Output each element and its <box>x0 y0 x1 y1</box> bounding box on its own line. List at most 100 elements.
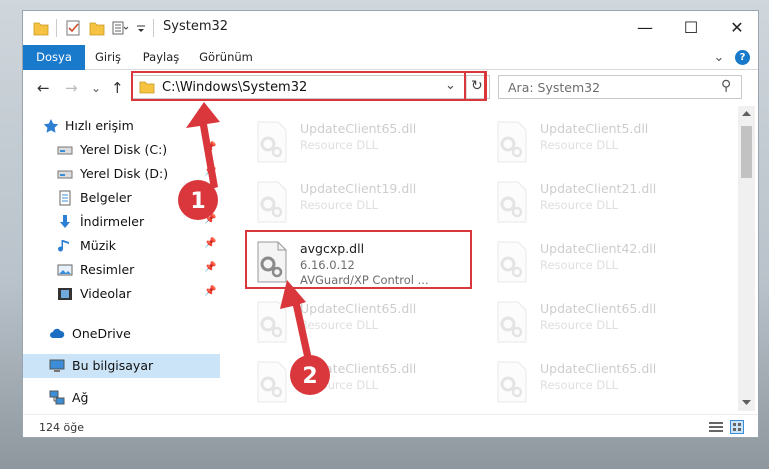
new-folder-icon[interactable] <box>89 19 105 37</box>
file-name: UpdateClient5.dll <box>540 121 649 136</box>
scroll-down-icon[interactable] <box>742 399 751 406</box>
separator <box>153 19 154 37</box>
up-icon[interactable]: ↑ <box>111 79 124 97</box>
sidebar-item-label: Belgeler <box>80 190 132 205</box>
list-item[interactable]: UpdateClient65.dll Resource DLL <box>246 354 476 410</box>
sidebar-item-pictures[interactable]: Resimler 📌 <box>23 258 220 282</box>
list-item[interactable]: UpdateClient65.dll Resource DLL <box>486 354 716 410</box>
large-icons-view-icon[interactable] <box>730 420 744 434</box>
refresh-highlight <box>464 71 487 101</box>
item-count: 124 öğe <box>39 421 84 434</box>
forward-icon[interactable]: → <box>65 79 78 97</box>
vertical-scrollbar[interactable] <box>738 106 755 411</box>
tab-view[interactable]: Görünüm <box>195 45 257 70</box>
pin-icon: 📌 <box>204 238 217 249</box>
sidebar-item-label: Yerel Disk (C:) <box>80 142 168 157</box>
file-type: Resource DLL <box>540 138 619 152</box>
list-item[interactable]: UpdateClient5.dll Resource DLL <box>486 114 716 170</box>
file-type: Resource DLL <box>300 378 379 392</box>
sidebar-item-network[interactable]: Ağ <box>23 386 220 410</box>
sidebar-item-videos[interactable]: Videolar 📌 <box>23 282 220 306</box>
list-item[interactable]: UpdateClient21.dll Resource DLL <box>486 174 716 230</box>
sidebar-item-label: İndirmeler <box>80 214 145 229</box>
file-name: UpdateClient42.dll <box>540 241 657 256</box>
file-type: Resource DLL <box>540 378 619 392</box>
pin-icon: 📌 <box>204 214 217 225</box>
dll-file-icon <box>257 301 287 343</box>
sidebar-item-this-pc[interactable]: Bu bilgisayar <box>23 354 220 378</box>
navigation-pane: Hızlı erişim Yerel Disk (C:) 📌 Yerel Dis… <box>23 106 220 411</box>
tab-share[interactable]: Paylaş <box>137 45 185 70</box>
folder-icon <box>33 22 49 36</box>
ribbon: Dosya Giriş Paylaş Görünüm ⌄ ? <box>23 45 758 101</box>
title-bar: System32 — ☐ ✕ <box>23 11 758 45</box>
details-view-icon[interactable] <box>709 421 723 433</box>
videos-icon <box>58 288 72 300</box>
status-bar: 124 öğe <box>23 414 758 437</box>
pin-icon: 📌 <box>204 286 217 297</box>
music-icon <box>58 240 69 252</box>
file-highlight <box>245 230 472 289</box>
properties-icon[interactable] <box>65 19 81 37</box>
sidebar-item-quick-access[interactable]: Hızlı erişim <box>23 114 220 138</box>
dll-file-icon <box>257 361 287 403</box>
list-item[interactable]: UpdateClient65.dll Resource DLL <box>486 294 716 350</box>
sidebar-item-label: Yerel Disk (D:) <box>80 166 169 181</box>
sidebar-item-documents[interactable]: Belgeler <box>23 186 220 210</box>
list-item[interactable]: UpdateClient19.dll Resource DLL <box>246 174 476 230</box>
file-name: UpdateClient65.dll <box>300 301 417 316</box>
file-name: UpdateClient21.dll <box>540 181 657 196</box>
address-bar-highlight <box>131 71 486 101</box>
separator <box>56 19 57 37</box>
drive-icon <box>57 146 73 155</box>
quick-access-dropdown-icon[interactable] <box>135 19 147 37</box>
sidebar-item-music[interactable]: Müzik 📌 <box>23 234 220 258</box>
file-type: Resource DLL <box>540 318 619 332</box>
list-item[interactable]: UpdateClient65.dll Resource DLL <box>246 294 476 350</box>
dll-file-icon <box>497 181 527 223</box>
sidebar-item-onedrive[interactable]: OneDrive <box>23 322 220 346</box>
search-icon[interactable]: ⚲ <box>721 78 731 94</box>
recent-locations-icon[interactable]: ⌄ <box>91 81 101 95</box>
customize-toolbar-icon[interactable] <box>112 19 130 37</box>
search-box[interactable]: Ara: System32 ⚲ <box>498 75 742 99</box>
sidebar-item-label: Bu bilgisayar <box>72 358 154 373</box>
dll-file-icon <box>257 121 287 163</box>
list-item[interactable]: UpdateClient65.dll Resource DLL <box>246 114 476 170</box>
search-input[interactable]: Ara: System32 <box>508 80 600 95</box>
file-name: UpdateClient65.dll <box>540 301 657 316</box>
tab-home[interactable]: Giriş <box>87 45 129 70</box>
help-icon[interactable]: ? <box>735 50 750 65</box>
sidebar-item-label: Resimler <box>80 262 135 277</box>
dll-file-icon <box>497 121 527 163</box>
window-title: System32 <box>163 19 229 34</box>
dll-file-icon <box>497 241 527 283</box>
pictures-icon <box>57 264 73 276</box>
sidebar-item-drive-d[interactable]: Yerel Disk (D:) 📌 <box>23 162 220 186</box>
sidebar-item-downloads[interactable]: İndirmeler 📌 <box>23 210 220 234</box>
sidebar-item-drive-c[interactable]: Yerel Disk (C:) 📌 <box>23 138 220 162</box>
file-type: Resource DLL <box>540 258 619 272</box>
documents-icon <box>59 190 71 206</box>
network-icon <box>49 390 65 405</box>
help-glyph: ? <box>739 52 746 63</box>
list-item[interactable]: UpdateClient42.dll Resource DLL <box>486 234 716 290</box>
star-icon <box>43 119 59 133</box>
pin-icon: 📌 <box>204 142 217 153</box>
file-type: Resource DLL <box>540 198 619 212</box>
ribbon-collapse-icon[interactable]: ⌄ <box>711 45 727 70</box>
close-button[interactable]: ✕ <box>714 11 758 45</box>
sidebar-item-label: Hızlı erişim <box>65 118 134 133</box>
dll-file-icon <box>257 181 287 223</box>
file-name: UpdateClient65.dll <box>300 361 417 376</box>
scroll-up-icon[interactable] <box>742 110 751 117</box>
minimize-button[interactable]: — <box>622 11 668 45</box>
pin-icon: 📌 <box>204 262 217 273</box>
maximize-button[interactable]: ☐ <box>668 11 714 45</box>
dll-file-icon <box>497 301 527 343</box>
download-icon <box>60 215 70 228</box>
back-icon[interactable]: ← <box>37 79 50 97</box>
dll-file-icon <box>497 361 527 403</box>
file-name: UpdateClient65.dll <box>300 121 417 136</box>
scrollbar-thumb[interactable] <box>741 126 752 178</box>
